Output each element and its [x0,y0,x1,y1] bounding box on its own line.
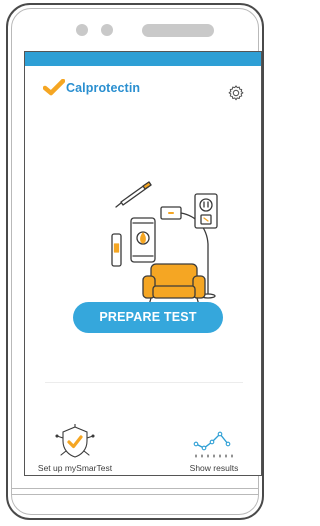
home-test-kit-illustration [111,181,218,306]
show-results-button[interactable]: Show results [171,424,257,473]
gear-icon[interactable] [227,84,245,102]
front-camera-icon [76,24,88,36]
prepare-test-button[interactable]: PREPARE TEST [73,302,223,333]
speaker-grille [142,24,214,37]
app-logo: Calprotectin [43,78,140,98]
setup-label: Set up mySmarTest [37,463,113,473]
setup-mysmartest-button[interactable]: Set up mySmarTest [27,424,123,473]
phone-bottom-edge [11,488,259,489]
show-results-label: Show results [189,463,239,473]
section-divider [45,382,243,383]
phone-bottom-edge-inner [11,494,259,495]
app-name: Calprotectin [66,81,141,95]
line-graph-icon [193,431,233,458]
shield-check-icon [55,424,95,458]
app-screen: Calprotectin PREPARE TEST Set up mySmarT… [24,51,262,476]
checkmark-logo-icon [43,79,65,96]
phone-frame: Calprotectin PREPARE TEST Set up mySmarT… [6,3,264,520]
status-bar [25,52,261,66]
sensor-icon [101,24,113,36]
